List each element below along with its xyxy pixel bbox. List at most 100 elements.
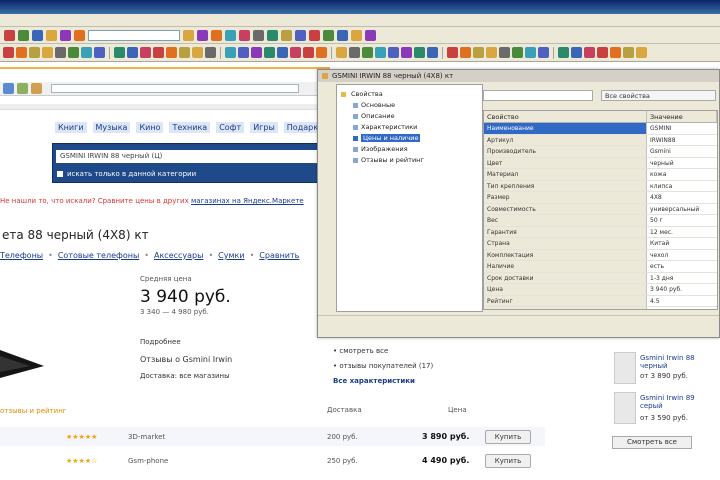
toolbar-icon[interactable] (351, 29, 362, 41)
bookmark-icon[interactable] (499, 47, 510, 58)
related-product-link[interactable]: Gsmini Irwin 89 серый (640, 394, 715, 410)
breadcrumb-link[interactable]: Телефоны (0, 251, 43, 260)
bookmark-icon[interactable] (427, 47, 438, 58)
bookmark-icon[interactable] (349, 47, 360, 58)
tree-item[interactable]: Отзывы и рейтинг (339, 155, 480, 166)
checkbox-icon[interactable] (57, 171, 63, 177)
bookmark-icon[interactable] (55, 47, 66, 58)
bookmark-icon[interactable] (362, 47, 373, 58)
product-image[interactable] (0, 342, 50, 382)
property-value[interactable]: кожа (647, 169, 717, 180)
bookmark-icon[interactable] (538, 47, 549, 58)
reviews-link[interactable]: Отзывы о Gsmini Irwin (140, 355, 232, 364)
bookmark-icon[interactable] (375, 47, 386, 58)
bookmark-icon[interactable] (153, 47, 164, 58)
toolbar-icon[interactable] (267, 29, 278, 41)
toolbar-icon[interactable] (295, 29, 306, 41)
tree-item[interactable]: Описание (339, 111, 480, 122)
property-row[interactable]: Тип крепления клипса (484, 180, 717, 192)
site-nav-item[interactable]: Софт (216, 122, 245, 133)
toolbar-icon[interactable] (337, 29, 348, 41)
customer-reviews-link[interactable]: • отзывы покупателей (17) (333, 362, 433, 370)
bookmark-icon[interactable] (3, 47, 14, 58)
all-specs-link[interactable]: Все характеристики (333, 377, 415, 385)
toolbar-icon[interactable] (46, 29, 57, 41)
forward-icon[interactable] (17, 83, 28, 94)
notice-link[interactable]: магазинах на Яндекс.Маркете (191, 197, 304, 205)
bookmark-icon[interactable] (636, 47, 647, 58)
toolbar-icon[interactable] (253, 29, 264, 41)
property-filter-select[interactable]: Все свойства (601, 90, 716, 101)
buy-button[interactable]: Купить (485, 429, 531, 444)
toolbar-icon[interactable] (239, 29, 250, 41)
bookmark-icon[interactable] (68, 47, 79, 58)
property-value[interactable]: GSMINI (647, 123, 717, 134)
bookmark-icon[interactable] (414, 47, 425, 58)
property-value[interactable]: 4.5 (647, 296, 717, 307)
property-row[interactable]: Гарантия 12 мес. (484, 226, 717, 238)
bookmark-icon[interactable] (473, 47, 484, 58)
property-row[interactable]: Вес 50 г (484, 215, 717, 227)
toolbar-icon[interactable] (4, 29, 15, 41)
bookmark-icon[interactable] (264, 47, 275, 58)
property-row[interactable]: Цвет черный (484, 157, 717, 169)
property-row[interactable]: Размер 4Х8 (484, 192, 717, 204)
property-value[interactable]: клипса (647, 181, 717, 192)
property-value[interactable]: универсальный (647, 204, 717, 215)
search-scope-option[interactable]: искать только в данной категории (57, 170, 196, 178)
property-value[interactable]: 50 г (647, 215, 717, 226)
property-value[interactable]: Китай (647, 238, 717, 249)
toolbar-icon[interactable] (309, 29, 320, 41)
property-row[interactable]: Срок доставки 1-3 дня (484, 272, 717, 284)
toolbar-icon[interactable] (183, 29, 194, 41)
bookmark-icon[interactable] (388, 47, 399, 58)
property-row[interactable]: Комплектация чехол (484, 249, 717, 261)
bookmark-icon[interactable] (558, 47, 569, 58)
toolbar-icon[interactable] (281, 29, 292, 41)
tree-root[interactable]: Свойства (339, 89, 480, 100)
property-row[interactable]: Наличие есть (484, 261, 717, 273)
tree-item[interactable]: Изображения (339, 144, 480, 155)
toolbar-icon[interactable] (18, 29, 29, 41)
bookmark-icon[interactable] (179, 47, 190, 58)
related-product-image[interactable] (614, 352, 636, 384)
related-product-image[interactable] (614, 392, 636, 424)
property-value[interactable]: чехол (647, 250, 717, 261)
toolbar-icon[interactable] (74, 29, 85, 41)
bookmark-icon[interactable] (238, 47, 249, 58)
site-nav-item[interactable]: Игры (250, 122, 278, 133)
bookmark-icon[interactable] (512, 47, 523, 58)
property-row[interactable]: Рейтинг 4.5 (484, 295, 717, 307)
bookmark-icon[interactable] (303, 47, 314, 58)
home-icon[interactable] (31, 83, 42, 94)
bookmark-icon[interactable] (597, 47, 608, 58)
property-value[interactable]: Gsmini (647, 146, 717, 157)
bookmark-icon[interactable] (127, 47, 138, 58)
bookmark-icon[interactable] (401, 47, 412, 58)
tree-item[interactable]: Цены и наличие (339, 133, 480, 144)
bookmark-icon[interactable] (114, 47, 125, 58)
breadcrumb-link[interactable]: Сумки (218, 251, 244, 260)
see-all-related-button[interactable]: Смотреть все (612, 436, 692, 449)
property-row[interactable]: Отзывы17 (484, 307, 717, 309)
bookmark-icon[interactable] (290, 47, 301, 58)
see-all-link[interactable]: • смотреть все (333, 347, 388, 355)
bookmark-icon[interactable] (205, 47, 216, 58)
tree-item[interactable]: Характеристики (339, 122, 480, 133)
property-row[interactable]: Совместимость универсальный (484, 203, 717, 215)
property-value[interactable]: 1-3 дня (647, 273, 717, 284)
site-nav-item[interactable]: Книги (55, 122, 87, 133)
toolbar-icon[interactable] (323, 29, 334, 41)
site-nav-item[interactable]: Музыка (92, 122, 131, 133)
property-value[interactable]: IRWIN88 (647, 135, 717, 146)
site-nav-item[interactable]: Кино (136, 122, 164, 133)
property-value[interactable]: 3 940 руб. (647, 284, 717, 295)
bookmark-icon[interactable] (225, 47, 236, 58)
property-value[interactable]: черный (647, 158, 717, 169)
tree-item[interactable]: Основные (339, 100, 480, 111)
bookmark-icon[interactable] (29, 47, 40, 58)
toolbar-icon[interactable] (211, 29, 222, 41)
bookmark-icon[interactable] (447, 47, 458, 58)
search-input[interactable]: GSMINI IRWIN 88 черный (Ц) (56, 150, 318, 163)
bookmark-icon[interactable] (525, 47, 536, 58)
